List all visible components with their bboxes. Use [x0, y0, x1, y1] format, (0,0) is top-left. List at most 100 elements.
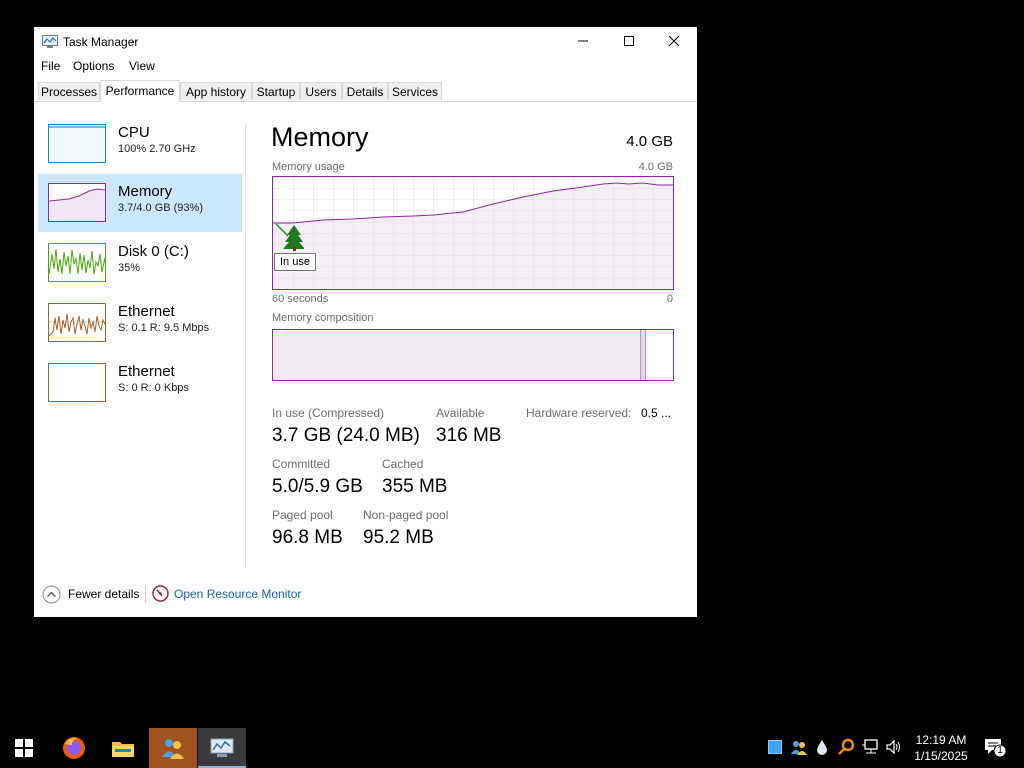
collapse-chevron-icon[interactable]: [42, 585, 61, 604]
taskbar-app-active[interactable]: [149, 728, 197, 768]
task-manager-window: Task Manager File Options View Processes…: [34, 27, 697, 617]
cached-label: Cached: [382, 457, 424, 471]
footer-separator: [145, 585, 146, 603]
in-use-label: In use (Compressed): [272, 406, 385, 420]
sidebar-disk-title: Disk 0 (C:): [118, 243, 189, 260]
sidebar-item-ethernet-1[interactable]: Ethernet S: 0.1 R: 9.5 Mbps: [38, 294, 242, 352]
ethernet-1-mini-graph: [48, 313, 106, 337]
memory-usage-chart: [273, 177, 673, 289]
sidebar-memory-sub: 3.7/4.0 GB (93%): [118, 202, 203, 214]
firefox-icon: [63, 737, 85, 759]
tray-drop-icon[interactable]: [813, 738, 831, 756]
memory-usage-graph[interactable]: [272, 176, 674, 290]
available-label: Available: [436, 406, 485, 420]
taskbar-clock[interactable]: 12:19 AM 1/15/2025: [905, 732, 977, 764]
notification-center-button[interactable]: 1: [983, 738, 1007, 757]
minimize-button[interactable]: [560, 27, 606, 55]
clock-date: 1/15/2025: [914, 749, 968, 763]
minimize-icon: [578, 40, 588, 42]
tab-users[interactable]: Users: [300, 82, 342, 100]
tab-app-history[interactable]: App history: [180, 82, 252, 100]
disk-mini-graph: [48, 248, 106, 275]
memory-composition-label: Memory composition: [272, 312, 374, 324]
tab-services[interactable]: Services: [388, 82, 442, 100]
memory-mini-graph: [48, 188, 106, 221]
sidebar-item-ethernet-2[interactable]: Ethernet S: 0 R: 0 Kbps: [38, 354, 242, 412]
fewer-details-button[interactable]: Fewer details: [68, 587, 139, 601]
sidebar-ethernet-1-sub: S: 0.1 R: 9.5 Mbps: [118, 322, 210, 334]
memory-usage-label: Memory usage: [272, 161, 345, 173]
menu-view[interactable]: View: [129, 59, 155, 73]
cpu-thumbnail: [48, 124, 106, 163]
page-title: Memory: [271, 122, 369, 152]
tab-performance[interactable]: Performance: [100, 80, 180, 102]
close-button[interactable]: [651, 27, 697, 55]
graph-tooltip: In use: [274, 253, 316, 271]
hardware-reserved-value: 0.5 ...: [641, 406, 672, 420]
volume-icon[interactable]: [885, 738, 903, 756]
windows-logo-icon: [15, 739, 33, 757]
taskbar: 12:19 AM 1/15/2025 1: [0, 728, 1024, 768]
tray-search-icon[interactable]: [837, 738, 855, 756]
network-icon[interactable]: [861, 738, 879, 756]
menu-bar: File Options View: [34, 55, 697, 75]
tab-details[interactable]: Details: [342, 82, 388, 100]
maximize-icon: [624, 36, 634, 46]
folder-icon: [112, 742, 134, 757]
cpu-mini-graph: [49, 125, 105, 162]
menu-options[interactable]: Options: [73, 59, 114, 73]
sidebar-item-disk[interactable]: Disk 0 (C:) 35%: [38, 234, 242, 292]
in-use-value: 3.7 GB (24.0 MB): [272, 425, 420, 446]
close-icon: [668, 35, 680, 47]
committed-value: 5.0/5.9 GB: [272, 476, 363, 497]
memory-total: 4.0 GB: [626, 133, 673, 150]
notification-count: 1: [997, 745, 1003, 756]
open-resource-monitor-link[interactable]: Open Resource Monitor: [174, 587, 301, 601]
time-axis-right: 0: [666, 293, 673, 305]
memory-thumbnail: [48, 183, 106, 222]
sidebar-cpu-title: CPU: [118, 124, 150, 141]
non-paged-pool-label: Non-paged pool: [363, 508, 449, 522]
sidebar-cpu-sub: 100% 2.70 GHz: [118, 143, 196, 155]
taskbar-task-manager[interactable]: [198, 728, 246, 768]
footer-bar: Fewer details Open Resource Monitor: [34, 577, 697, 613]
non-paged-pool-value: 95.2 MB: [363, 527, 434, 548]
taskbar-file-explorer[interactable]: [99, 728, 147, 768]
resource-monitor-icon: [152, 585, 169, 602]
ethernet-2-thumbnail: [48, 363, 106, 402]
tab-startup[interactable]: Startup: [252, 82, 300, 100]
tree-cursor-icon: [274, 223, 305, 251]
panel-divider: [245, 124, 246, 568]
taskbar-firefox[interactable]: [50, 728, 98, 768]
tray-users-icon[interactable]: [790, 738, 808, 756]
cached-value: 355 MB: [382, 476, 448, 497]
memory-composition-bar[interactable]: [272, 329, 674, 381]
available-value: 316 MB: [436, 425, 502, 446]
sidebar-item-cpu[interactable]: CPU 100% 2.70 GHz: [38, 115, 242, 173]
title-bar[interactable]: Task Manager: [34, 27, 697, 55]
tab-strip: Processes Performance App history Startu…: [34, 80, 697, 102]
time-axis-left: 60 seconds: [272, 293, 329, 305]
ethernet-1-thumbnail: [48, 303, 106, 342]
sidebar-ethernet-1-title: Ethernet: [118, 303, 175, 320]
paged-pool-label: Paged pool: [272, 508, 333, 522]
disk-thumbnail: [48, 243, 106, 282]
paged-pool-value: 96.8 MB: [272, 527, 343, 548]
sidebar-item-memory[interactable]: Memory 3.7/4.0 GB (93%): [38, 174, 242, 232]
clock-time: 12:19 AM: [915, 733, 967, 747]
sidebar-ethernet-2-sub: S: 0 R: 0 Kbps: [118, 382, 189, 394]
hardware-reserved-label: Hardware reserved:: [526, 406, 632, 420]
sidebar-disk-sub: 35%: [118, 262, 141, 274]
sidebar-memory-title: Memory: [118, 183, 173, 200]
composition-in-use: [273, 330, 641, 380]
task-manager-taskbar-icon: [210, 738, 234, 757]
maximize-button[interactable]: [606, 27, 652, 55]
menu-file[interactable]: File: [41, 59, 60, 73]
tab-processes[interactable]: Processes: [38, 82, 100, 100]
tray-square-icon[interactable]: [766, 738, 784, 756]
users-app-icon: [162, 739, 184, 759]
task-manager-icon: [42, 35, 58, 48]
window-title: Task Manager: [63, 35, 139, 49]
start-button[interactable]: [0, 728, 48, 768]
sidebar-ethernet-2-title: Ethernet: [118, 363, 175, 380]
